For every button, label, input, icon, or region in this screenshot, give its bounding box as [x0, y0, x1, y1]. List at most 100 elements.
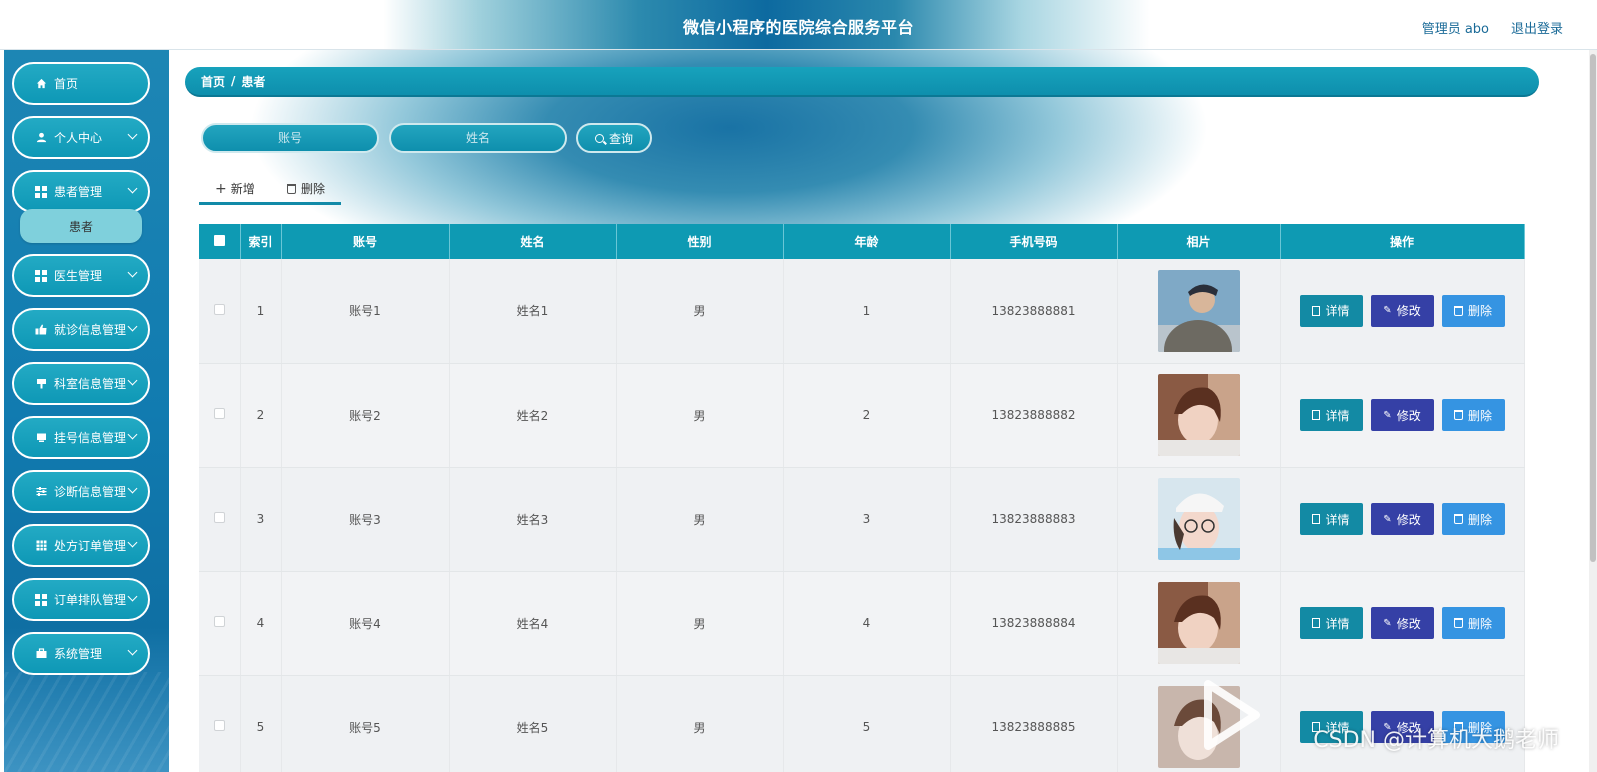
- row-account: 账号1: [281, 259, 450, 364]
- delete-button[interactable]: 删除: [1441, 503, 1505, 535]
- breadcrumb-home[interactable]: 首页: [201, 73, 225, 90]
- delete-button[interactable]: 删除: [1441, 399, 1505, 431]
- add-button[interactable]: + 新增: [215, 180, 255, 197]
- table-row: 1 账号1 姓名1 男 1 13823888881 详情 ✎ 修改 删除: [199, 259, 1525, 364]
- pencil-icon: ✎: [1383, 617, 1392, 629]
- row-name: 姓名4: [449, 571, 617, 676]
- sidebar-item-dept-mgmt[interactable]: 科室信息管理: [12, 362, 150, 405]
- table-row: 3 账号3 姓名3 男 3 13823888883 详情 ✎ 修改 删除: [199, 467, 1525, 572]
- detail-button[interactable]: 详情: [1299, 503, 1363, 535]
- name-search-input[interactable]: [389, 123, 567, 153]
- row-age: 4: [783, 571, 951, 676]
- edit-button-label: 修改: [1396, 304, 1421, 319]
- account-search-input[interactable]: [201, 123, 379, 153]
- sidebar-item-profile[interactable]: 个人中心: [12, 116, 150, 159]
- flag-icon: [35, 378, 47, 390]
- main-content: 首页 / 患者 查询 + 新增 删除 索引 账号: [169, 50, 1597, 772]
- sidebar-item-label: 科室信息管理: [54, 377, 127, 391]
- pencil-icon: ✎: [1383, 409, 1392, 421]
- batch-delete-button[interactable]: 删除: [287, 180, 325, 197]
- edit-button[interactable]: ✎ 修改: [1370, 503, 1434, 535]
- breadcrumb-current: 患者: [241, 74, 266, 89]
- row-gender: 男: [616, 363, 784, 468]
- row-gender: 男: [616, 571, 784, 676]
- sidebar: 首页 个人中心 患者管理 患者 医生管理 就诊信息管理 科室信息管理 挂号信息管…: [4, 50, 169, 772]
- delete-button[interactable]: 删除: [1441, 294, 1505, 327]
- batch-delete-label: 删除: [301, 182, 326, 196]
- column-header: 相片: [1117, 224, 1281, 259]
- breadcrumb-separator: /: [231, 74, 236, 88]
- column-header: 索引: [240, 224, 282, 259]
- action-bar: + 新增 删除: [199, 175, 341, 205]
- edit-button[interactable]: ✎ 修改: [1370, 294, 1434, 327]
- sidebar-item-prescription-mgmt[interactable]: 处方订单管理: [12, 524, 150, 567]
- select-all-checkbox[interactable]: [213, 234, 225, 246]
- sidebar-item-label: 处方订单管理: [54, 539, 127, 553]
- row-checkbox[interactable]: [213, 408, 225, 419]
- sidebar-item-home[interactable]: 首页: [12, 62, 150, 105]
- app-title: 微信小程序的医院综合服务平台: [682, 18, 914, 37]
- row-checkbox[interactable]: [213, 616, 225, 627]
- top-header: 微信小程序的医院综合服务平台 管理员 abo 退出登录: [0, 0, 1597, 50]
- row-age: 3: [783, 467, 951, 572]
- document-icon: [1312, 514, 1321, 524]
- column-header: 操作: [1280, 224, 1525, 259]
- chevron-down-icon: [127, 267, 138, 278]
- edit-button[interactable]: ✎ 修改: [1370, 607, 1434, 639]
- chevron-down-icon: [127, 591, 138, 602]
- trash-icon: [1453, 305, 1463, 316]
- sidebar-item-system-mgmt[interactable]: 系统管理: [12, 632, 150, 675]
- detail-button[interactable]: 详情: [1299, 399, 1363, 431]
- table-row: 4 账号4 姓名4 男 4 13823888884 详情 ✎ 修改 删除: [199, 571, 1525, 676]
- chevron-down-icon: [127, 129, 138, 140]
- delete-button[interactable]: 删除: [1441, 607, 1505, 639]
- row-phone: 13823888881: [950, 259, 1118, 364]
- sidebar-item-patient-mgmt[interactable]: 患者管理: [12, 170, 150, 213]
- row-index: 4: [240, 571, 282, 676]
- sidebar-item-queue-mgmt[interactable]: 订单排队管理: [12, 578, 150, 621]
- row-checkbox[interactable]: [213, 720, 225, 731]
- sidebar-item-label: 就诊信息管理: [54, 323, 127, 337]
- logout-link[interactable]: 退出登录: [1511, 18, 1563, 37]
- trash-icon: [1453, 410, 1463, 420]
- sidebar-item-diagnosis-mgmt[interactable]: 诊断信息管理: [12, 470, 150, 513]
- sidebar-item-doctor-mgmt[interactable]: 医生管理: [12, 254, 150, 297]
- vertical-scrollbar[interactable]: [1589, 50, 1597, 772]
- edit-button-label: 修改: [1396, 408, 1421, 423]
- sidebar-item-registration-mgmt[interactable]: 挂号信息管理: [12, 416, 150, 459]
- edit-button[interactable]: ✎ 修改: [1370, 399, 1434, 431]
- query-button[interactable]: 查询: [576, 123, 652, 153]
- column-header: 账号: [281, 224, 450, 259]
- row-account: 账号2: [281, 363, 450, 468]
- row-index: 3: [240, 467, 282, 572]
- grid-icon: [35, 185, 47, 198]
- watermark-text: CSDN @计算机大鹅老师: [1313, 728, 1559, 753]
- detail-button[interactable]: 详情: [1299, 294, 1363, 327]
- table-header-row: 索引 账号 姓名 性别 年龄 手机号码 相片 操作: [199, 224, 1525, 259]
- sidebar-item-label: 医生管理: [54, 269, 103, 283]
- patient-table: 索引 账号 姓名 性别 年龄 手机号码 相片 操作 1 账号1 姓名1 男 1 …: [199, 224, 1525, 772]
- table-row: 2 账号2 姓名2 男 2 13823888882 详情 ✎ 修改 删除: [199, 363, 1525, 468]
- card-icon: [35, 432, 47, 444]
- document-icon: [1312, 305, 1321, 316]
- select-all-cell[interactable]: [199, 224, 241, 259]
- patient-photo: [1157, 582, 1240, 664]
- sidebar-item-label: 订单排队管理: [54, 593, 127, 607]
- column-header: 性别: [616, 224, 784, 259]
- patient-photo: [1157, 269, 1240, 352]
- row-index: 2: [240, 363, 282, 468]
- chevron-down-icon: [127, 483, 138, 494]
- home-icon: [35, 78, 47, 90]
- row-checkbox[interactable]: [213, 512, 225, 523]
- sidebar-subitem-patient[interactable]: 患者: [20, 209, 142, 243]
- row-checkbox[interactable]: [213, 303, 225, 315]
- row-gender: 男: [616, 467, 784, 572]
- row-name: 姓名3: [449, 467, 617, 572]
- detail-button[interactable]: 详情: [1299, 607, 1363, 639]
- sidebar-item-visit-mgmt[interactable]: 就诊信息管理: [12, 308, 150, 351]
- sliders-icon: [35, 486, 47, 498]
- detail-button-label: 详情: [1325, 408, 1350, 423]
- scrollbar-thumb[interactable]: [1590, 54, 1596, 562]
- user-icon: [35, 132, 47, 144]
- current-user: 管理员 abo: [1421, 22, 1489, 37]
